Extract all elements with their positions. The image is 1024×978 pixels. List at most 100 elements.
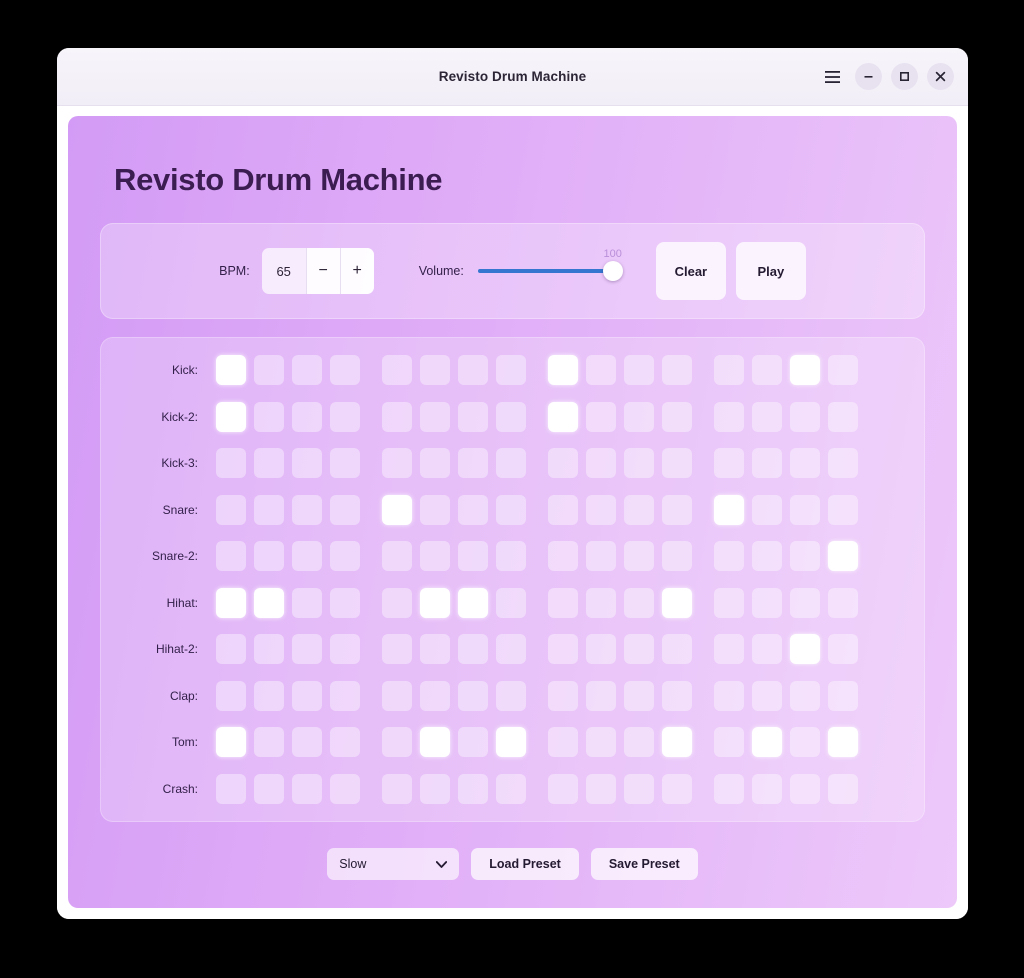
step-cell[interactable]	[586, 727, 616, 758]
step-cell[interactable]	[752, 401, 782, 432]
step-cell[interactable]	[828, 494, 858, 525]
step-cell[interactable]	[548, 727, 578, 758]
step-cell[interactable]	[624, 587, 654, 618]
step-cell[interactable]	[330, 773, 360, 804]
step-cell[interactable]	[714, 587, 744, 618]
step-cell[interactable]	[828, 541, 858, 572]
save-preset-button[interactable]: Save Preset	[590, 848, 698, 880]
step-cell[interactable]	[548, 680, 578, 711]
play-button[interactable]: Play	[735, 242, 806, 300]
step-cell[interactable]	[624, 727, 654, 758]
step-cell[interactable]	[254, 773, 284, 804]
step-cell[interactable]	[790, 541, 820, 572]
step-cell[interactable]	[292, 448, 322, 479]
step-cell[interactable]	[662, 727, 692, 758]
step-cell[interactable]	[458, 727, 488, 758]
step-cell[interactable]	[624, 494, 654, 525]
step-cell[interactable]	[330, 680, 360, 711]
step-cell[interactable]	[828, 448, 858, 479]
step-cell[interactable]	[330, 727, 360, 758]
step-cell[interactable]	[662, 448, 692, 479]
step-cell[interactable]	[382, 494, 412, 525]
step-cell[interactable]	[790, 727, 820, 758]
step-cell[interactable]	[790, 680, 820, 711]
step-cell[interactable]	[216, 401, 246, 432]
step-cell[interactable]	[714, 448, 744, 479]
step-cell[interactable]	[292, 727, 322, 758]
step-cell[interactable]	[458, 355, 488, 385]
step-cell[interactable]	[586, 634, 616, 665]
step-cell[interactable]	[254, 401, 284, 432]
step-cell[interactable]	[586, 587, 616, 618]
step-cell[interactable]	[752, 494, 782, 525]
step-cell[interactable]	[714, 401, 744, 432]
step-cell[interactable]	[586, 541, 616, 572]
step-cell[interactable]	[496, 355, 526, 385]
step-cell[interactable]	[790, 587, 820, 618]
minimize-icon[interactable]	[855, 63, 882, 90]
step-cell[interactable]	[292, 401, 322, 432]
step-cell[interactable]	[420, 680, 450, 711]
step-cell[interactable]	[714, 541, 744, 572]
step-cell[interactable]	[254, 634, 284, 665]
step-cell[interactable]	[624, 541, 654, 572]
step-cell[interactable]	[714, 355, 744, 385]
step-cell[interactable]	[624, 634, 654, 665]
step-cell[interactable]	[254, 727, 284, 758]
step-cell[interactable]	[586, 494, 616, 525]
step-cell[interactable]	[216, 494, 246, 525]
step-cell[interactable]	[752, 541, 782, 572]
volume-slider-thumb[interactable]	[602, 261, 623, 281]
step-cell[interactable]	[254, 494, 284, 525]
step-cell[interactable]	[714, 634, 744, 665]
step-cell[interactable]	[458, 634, 488, 665]
step-cell[interactable]	[496, 448, 526, 479]
step-cell[interactable]	[330, 587, 360, 618]
step-cell[interactable]	[216, 448, 246, 479]
step-cell[interactable]	[382, 680, 412, 711]
step-cell[interactable]	[828, 587, 858, 618]
step-cell[interactable]	[790, 448, 820, 479]
step-cell[interactable]	[496, 587, 526, 618]
step-cell[interactable]	[420, 727, 450, 758]
step-cell[interactable]	[752, 448, 782, 479]
step-cell[interactable]	[662, 355, 692, 385]
step-cell[interactable]	[752, 680, 782, 711]
step-cell[interactable]	[254, 680, 284, 711]
step-cell[interactable]	[586, 680, 616, 711]
step-cell[interactable]	[254, 448, 284, 479]
step-cell[interactable]	[624, 680, 654, 711]
step-cell[interactable]	[216, 727, 246, 758]
step-cell[interactable]	[496, 494, 526, 525]
step-cell[interactable]	[790, 773, 820, 804]
step-cell[interactable]	[216, 587, 246, 618]
step-cell[interactable]	[586, 448, 616, 479]
step-cell[interactable]	[496, 773, 526, 804]
step-cell[interactable]	[292, 494, 322, 525]
step-cell[interactable]	[382, 355, 412, 385]
bpm-value[interactable]: 65	[262, 248, 306, 294]
bpm-stepper[interactable]: 65 − +	[261, 248, 374, 294]
step-cell[interactable]	[382, 634, 412, 665]
step-cell[interactable]	[828, 401, 858, 432]
step-cell[interactable]	[714, 494, 744, 525]
step-cell[interactable]	[330, 541, 360, 572]
step-cell[interactable]	[828, 634, 858, 665]
step-cell[interactable]	[662, 494, 692, 525]
step-cell[interactable]	[548, 448, 578, 479]
step-cell[interactable]	[662, 401, 692, 432]
step-cell[interactable]	[458, 494, 488, 525]
step-cell[interactable]	[662, 587, 692, 618]
step-cell[interactable]	[458, 680, 488, 711]
step-cell[interactable]	[292, 773, 322, 804]
step-cell[interactable]	[458, 541, 488, 572]
step-cell[interactable]	[548, 634, 578, 665]
step-cell[interactable]	[292, 680, 322, 711]
step-cell[interactable]	[714, 773, 744, 804]
step-cell[interactable]	[624, 401, 654, 432]
step-cell[interactable]	[752, 587, 782, 618]
step-cell[interactable]	[458, 773, 488, 804]
step-cell[interactable]	[216, 541, 246, 572]
tempo-preset-select[interactable]: Slow	[327, 848, 460, 880]
step-cell[interactable]	[420, 355, 450, 385]
